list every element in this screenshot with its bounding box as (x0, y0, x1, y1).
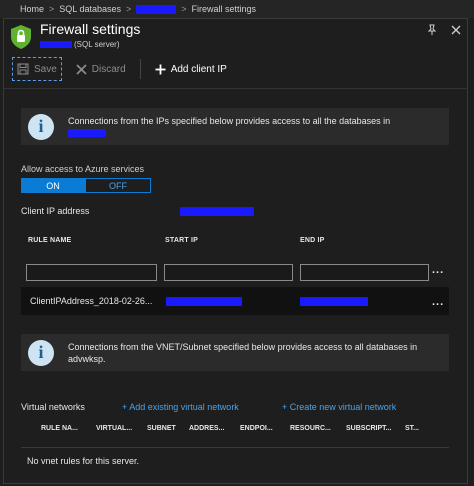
toolbar-divider (3, 88, 468, 89)
redacted-server-name[interactable] (136, 4, 177, 14)
redacted-server-name (68, 129, 106, 138)
create-new-vnet-link[interactable]: + Create new virtual network (282, 402, 396, 412)
add-existing-vnet-link[interactable]: + Add existing virtual network (122, 402, 239, 412)
toggle-on-option[interactable]: ON (21, 178, 85, 193)
virtual-networks-label: Virtual networks (21, 402, 85, 412)
shield-lock-icon (11, 25, 31, 49)
plus-icon (155, 64, 166, 74)
redacted-client-ip (180, 207, 254, 216)
new-end-ip-input[interactable] (300, 264, 429, 281)
redacted-start-ip (166, 297, 242, 306)
breadcrumb: Home > SQL databases > > Firewall settin… (0, 0, 474, 18)
rule-row-more-icon[interactable]: ... (432, 296, 444, 308)
vnet-col-endpoint: ENDPOI... (240, 425, 273, 432)
toolbar: Save Discard Add client IP (12, 57, 231, 81)
save-label: Save (34, 63, 57, 75)
add-client-ip-button[interactable]: Add client IP (151, 58, 231, 80)
toolbar-separator (139, 59, 141, 79)
breadcrumb-current: Firewall settings (191, 4, 257, 14)
close-icon[interactable] (450, 24, 462, 36)
allow-azure-label: Allow access to Azure services (21, 164, 145, 174)
page-subtitle: (SQL server) (74, 40, 120, 49)
new-start-ip-input[interactable] (164, 264, 293, 281)
vnet-col-state: ST... (405, 425, 420, 432)
breadcrumb-separator: > (49, 4, 55, 14)
pin-icon[interactable] (426, 24, 438, 36)
new-rule-name-input[interactable] (26, 264, 157, 281)
redacted-server-subtitle (40, 41, 72, 48)
breadcrumb-sql-databases[interactable]: SQL databases (59, 4, 121, 14)
redacted-end-ip (300, 297, 368, 306)
col-end-ip: END IP (300, 237, 325, 244)
breadcrumb-home[interactable]: Home (20, 4, 44, 14)
vnet-col-rule-name: RULE NA... (41, 425, 78, 432)
vnet-col-address: ADDRES... (189, 425, 225, 432)
vnet-empty-message: No vnet rules for this server. (21, 447, 449, 473)
new-rule-more-icon[interactable]: ... (432, 264, 444, 276)
info-banner-vnet: i Connections from the VNET/Subnet speci… (21, 334, 449, 371)
discard-label: Discard (91, 63, 126, 75)
vnet-col-resource: RESOURC... (290, 425, 331, 432)
info-banner-ip: i Connections from the IPs specified bel… (21, 108, 449, 145)
info-icon: i (28, 113, 54, 140)
client-ip-label: Client IP address (21, 206, 90, 216)
breadcrumb-separator: > (126, 4, 132, 14)
allow-azure-toggle[interactable]: ON OFF (21, 178, 151, 193)
discard-x-icon (76, 63, 87, 75)
info-banner-vnet-text: Connections from the VNET/Subnet specifi… (68, 341, 418, 364)
info-icon: i (28, 339, 54, 366)
add-client-ip-label: Add client IP (170, 63, 227, 75)
col-start-ip: START IP (165, 237, 198, 244)
save-disk-icon (17, 63, 29, 75)
col-rule-name: RULE NAME (28, 237, 72, 244)
info-banner-ip-text: Connections from the IPs specified below… (68, 115, 390, 139)
breadcrumb-separator: > (181, 4, 187, 14)
vnet-col-virtual-network: VIRTUAL... (96, 425, 133, 432)
save-button[interactable]: Save (12, 57, 62, 81)
page-title: Firewall settings (40, 21, 141, 37)
header-actions (426, 24, 462, 36)
vnet-col-subnet: SUBNET (147, 425, 176, 432)
toggle-off-option[interactable]: OFF (85, 178, 151, 193)
discard-button[interactable]: Discard (72, 58, 130, 80)
vnet-col-subscription: SUBSCRIPT... (346, 425, 392, 432)
rule-name-cell: ClientIPAddress_2018-02-26... (30, 296, 153, 306)
